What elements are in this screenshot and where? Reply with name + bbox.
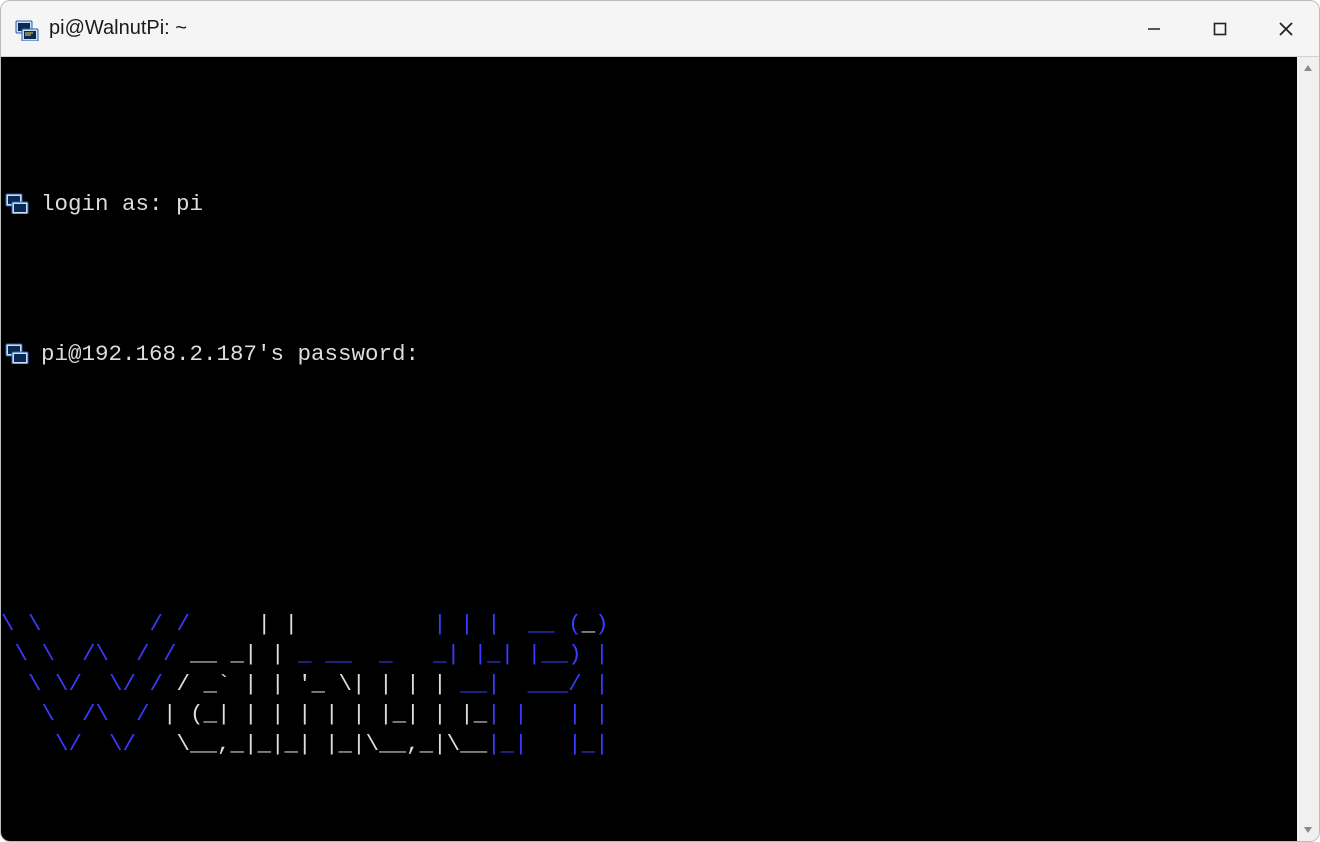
terminal-container: login as: pi pi@192.168.2.187's password…: [1, 57, 1319, 841]
password-prompt-line: pi@192.168.2.187's password:: [1, 339, 1297, 369]
putty-icon: [15, 17, 39, 41]
app-window: pi@WalnutPi: ~ login as: pi pi@192.168.2…: [0, 0, 1320, 842]
session-icon: [5, 190, 29, 214]
vertical-scrollbar[interactable]: [1297, 57, 1319, 841]
window-title: pi@WalnutPi: ~: [49, 17, 1121, 40]
maximize-button[interactable]: [1187, 1, 1253, 57]
scroll-up-arrow[interactable]: [1297, 57, 1319, 79]
login-prompt-label: login as:: [41, 191, 163, 217]
window-controls: [1121, 1, 1319, 56]
minimize-button[interactable]: [1121, 1, 1187, 57]
ascii-art-banner: \ \ / / | | | | | __ (_) \ \ /\ / / __ _…: [1, 609, 1297, 759]
password-prompt: pi@192.168.2.187's password:: [41, 341, 419, 367]
blank-line: [1, 459, 1297, 489]
terminal[interactable]: login as: pi pi@192.168.2.187's password…: [1, 57, 1297, 841]
login-user: pi: [176, 191, 203, 217]
session-icon: [5, 340, 29, 364]
title-bar[interactable]: pi@WalnutPi: ~: [1, 1, 1319, 57]
scroll-down-arrow[interactable]: [1297, 819, 1319, 841]
login-prompt-line: login as: pi: [1, 189, 1297, 219]
close-button[interactable]: [1253, 1, 1319, 57]
